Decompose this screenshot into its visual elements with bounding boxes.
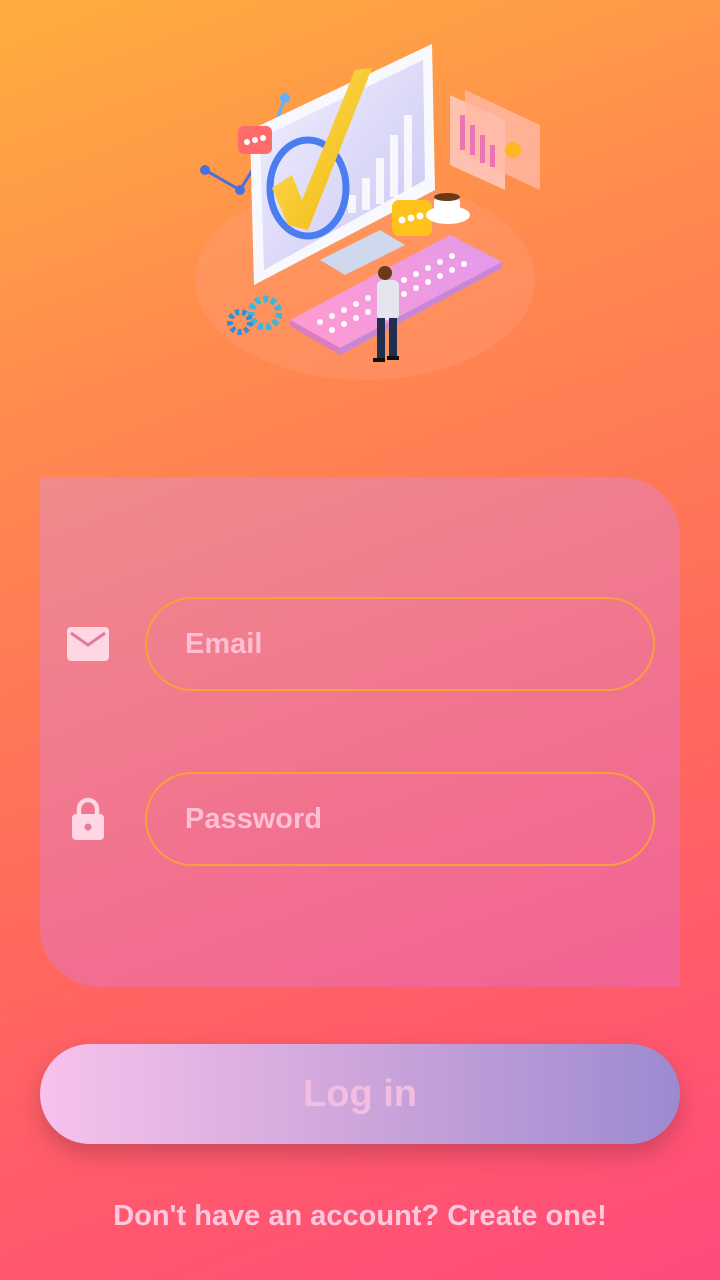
password-input[interactable]	[147, 774, 653, 864]
chart-panel-icon	[450, 90, 540, 190]
email-input[interactable]	[147, 599, 653, 689]
password-field[interactable]	[145, 772, 655, 866]
lock-icon	[66, 797, 110, 841]
mail-icon	[66, 622, 110, 666]
chat-bubble-icon	[238, 126, 272, 154]
email-field[interactable]	[145, 597, 655, 691]
login-card	[40, 477, 680, 987]
hero-illustration	[163, 30, 560, 390]
chat-bubble-icon	[392, 200, 432, 236]
login-button[interactable]: Log in	[40, 1044, 680, 1144]
create-account-link[interactable]: Don't have an account? Create one!	[0, 1200, 720, 1233]
